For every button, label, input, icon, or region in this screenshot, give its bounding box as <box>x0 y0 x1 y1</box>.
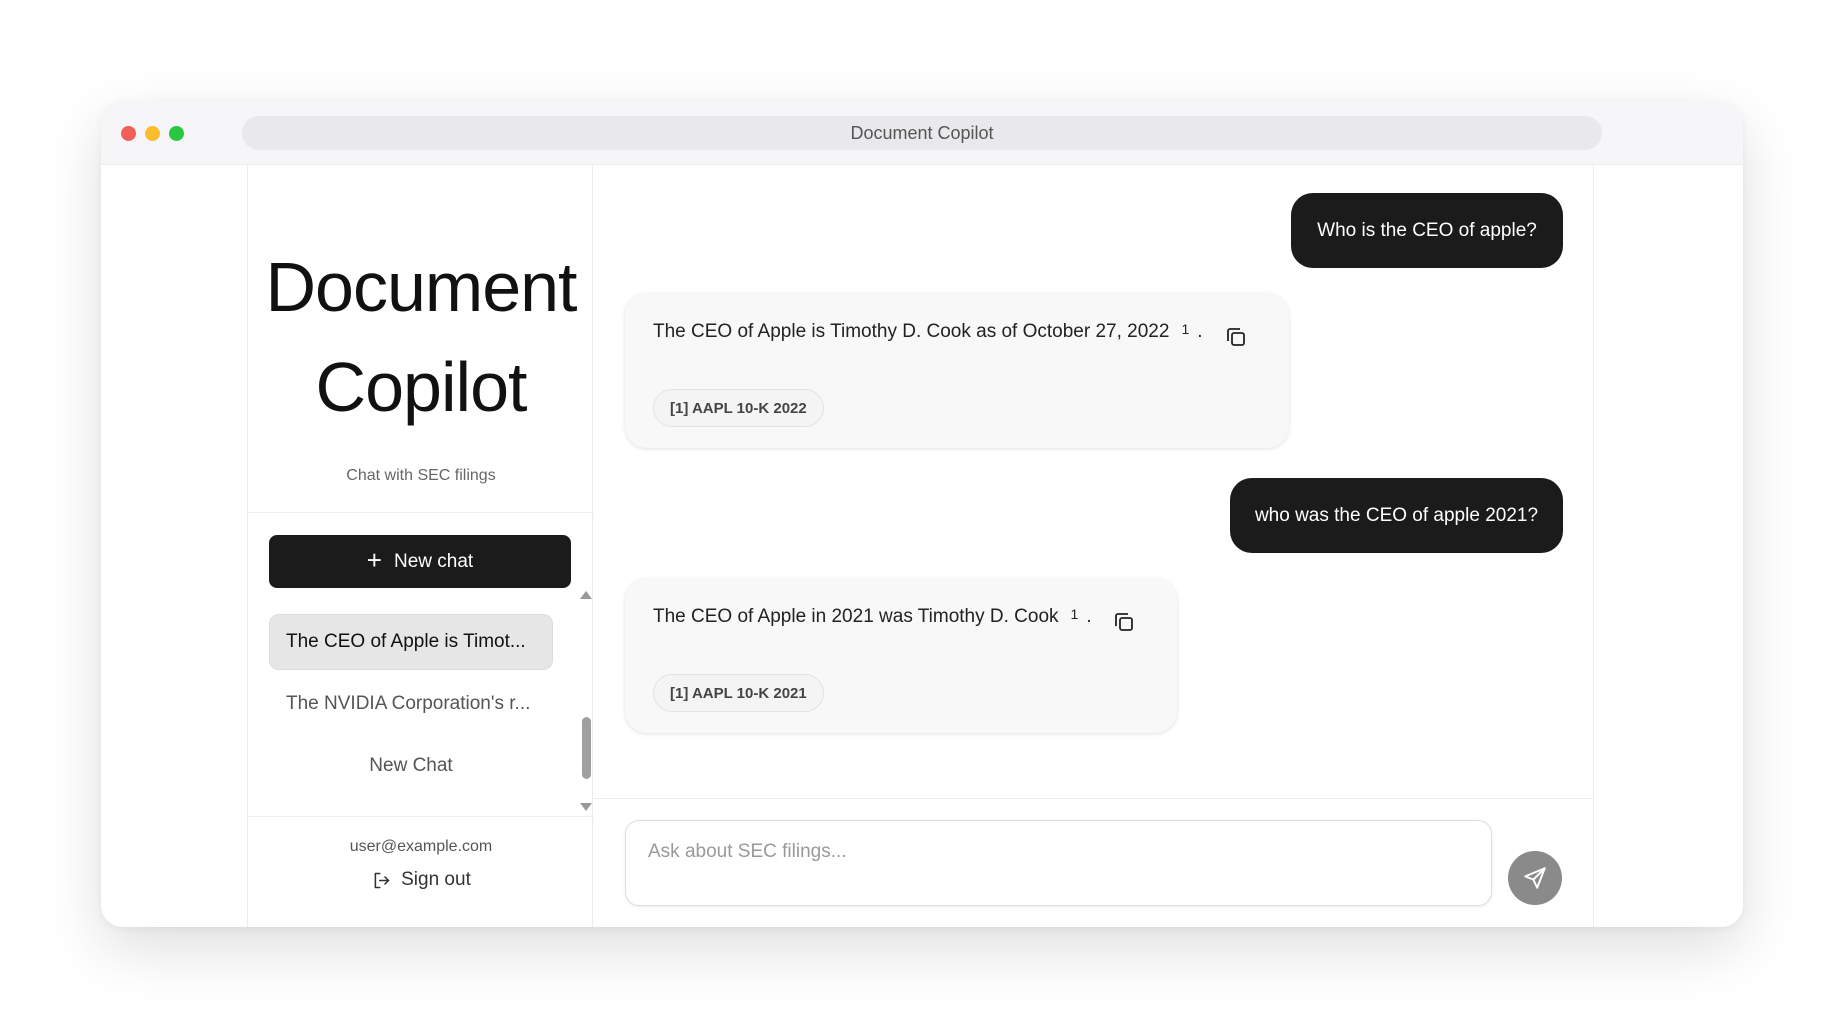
chat-history-label: The CEO of Apple is Timot... <box>286 631 526 652</box>
maximize-window-button[interactable] <box>169 126 184 141</box>
assistant-answer: The CEO of Apple is Timothy D. Cook as o… <box>653 321 1170 342</box>
source-citation-chip[interactable]: [1] AAPL 10-K 2022 <box>653 389 824 427</box>
citation-marker[interactable]: 1 <box>1071 606 1079 622</box>
user-message: Who is the CEO of apple? <box>1291 193 1563 268</box>
copy-icon[interactable] <box>1224 325 1248 349</box>
scrollbar-thumb[interactable] <box>582 717 591 779</box>
new-chat-label: New chat <box>393 550 474 572</box>
sidebar: Document Copilot Chat with SEC filings +… <box>247 165 594 927</box>
app-window: Document Copilot Document Copilot Chat w… <box>101 101 1743 927</box>
close-window-button[interactable] <box>121 126 136 141</box>
plus-icon: + <box>366 545 382 575</box>
user-email: user@example.com <box>349 838 493 855</box>
source-citation-chip[interactable]: [1] AAPL 10-K 2021 <box>653 674 824 712</box>
divider <box>248 512 594 513</box>
divider <box>248 816 594 817</box>
brand-tagline: Chat with SEC filings <box>346 467 496 484</box>
chat-history-list: The CEO of Apple is Timot... The NVIDIA … <box>269 614 553 800</box>
chat-history-label: The NVIDIA Corporation's r... <box>286 693 531 714</box>
chat-history-item[interactable]: The NVIDIA Corporation's r... <box>269 676 553 732</box>
user-message: who was the CEO of apple 2021? <box>1230 478 1563 553</box>
user-message-text: who was the CEO of apple 2021? <box>1254 504 1539 526</box>
app-content: Document Copilot Chat with SEC filings +… <box>101 165 1743 927</box>
assistant-message-text: The CEO of Apple is Timothy D. Cook as o… <box>653 321 1203 343</box>
chat-history-label: New Chat <box>369 755 453 776</box>
scroll-up-arrow[interactable] <box>580 591 592 599</box>
window-title: Document Copilot <box>242 116 1602 150</box>
divider <box>594 798 1594 799</box>
assistant-message: The CEO of Apple in 2021 was Timothy D. … <box>625 578 1177 733</box>
title-bar: Document Copilot <box>101 101 1743 165</box>
assistant-answer: The CEO of Apple in 2021 was Timothy D. … <box>653 606 1059 627</box>
message-input[interactable]: Ask about SEC filings... <box>625 820 1492 906</box>
chat-panel: Who is the CEO of apple? The CEO of Appl… <box>594 165 1594 927</box>
citation-marker[interactable]: 1 <box>1181 321 1189 337</box>
sign-out-label: Sign out <box>401 869 471 890</box>
sentence-end: . <box>1197 321 1203 342</box>
chat-history-item[interactable]: The CEO of Apple is Timot... <box>269 614 553 670</box>
window-controls <box>121 126 184 141</box>
scroll-down-arrow[interactable] <box>580 803 592 811</box>
sign-out-button[interactable]: Sign out <box>248 869 594 891</box>
assistant-message-text: The CEO of Apple in 2021 was Timothy D. … <box>653 606 1092 628</box>
new-chat-button[interactable]: + New chat <box>269 535 571 588</box>
user-message-text: Who is the CEO of apple? <box>1317 219 1537 241</box>
chat-history-item[interactable]: New Chat <box>269 738 553 794</box>
brand-title: Document Copilot <box>265 248 577 426</box>
sign-out-icon <box>374 872 390 888</box>
copy-icon[interactable] <box>1112 610 1136 634</box>
sentence-end: . <box>1086 606 1092 627</box>
send-button[interactable] <box>1508 851 1562 905</box>
send-icon <box>1524 867 1546 889</box>
minimize-window-button[interactable] <box>145 126 160 141</box>
assistant-message: The CEO of Apple is Timothy D. Cook as o… <box>625 293 1289 448</box>
